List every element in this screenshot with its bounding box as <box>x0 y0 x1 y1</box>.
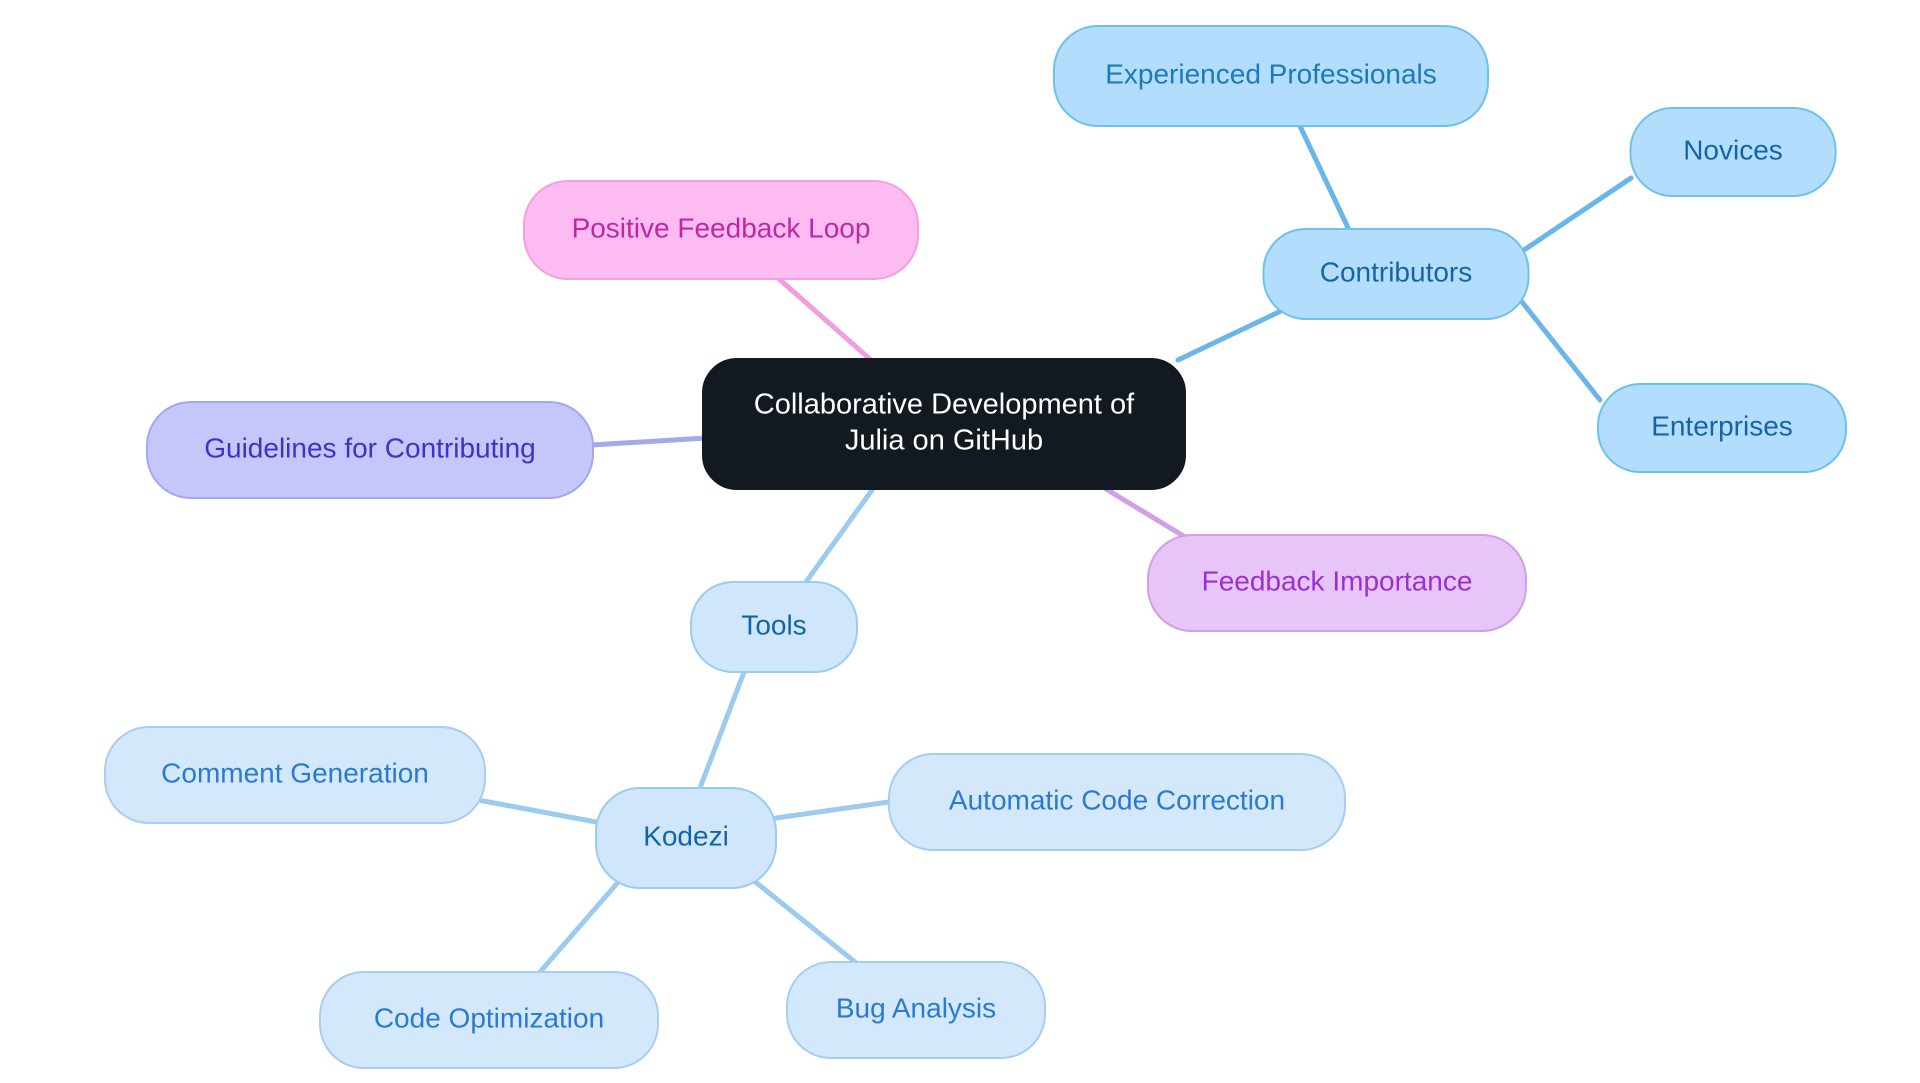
node-label-bug-analysis: Bug Analysis <box>836 992 996 1023</box>
mindmap-node-root[interactable]: Collaborative Development of Julia on Git… <box>702 358 1186 490</box>
edge-root-contributors <box>1175 307 1286 363</box>
mindmap-node-feedback-importance[interactable]: Feedback Importance <box>1147 534 1527 632</box>
mindmap-node-contributors[interactable]: Contributors <box>1262 228 1530 320</box>
edge-contributors-experienced <box>1297 123 1353 235</box>
node-label-root: Julia on GitHub <box>845 425 1043 457</box>
node-label-experienced-professionals: Experienced Professionals <box>1105 58 1437 89</box>
mindmap-node-automatic-code-correction[interactable]: Automatic Code Correction <box>888 753 1346 851</box>
edge-kodezi-bug-analysis <box>745 873 858 965</box>
edge-kodezi-comment-generation <box>475 797 599 825</box>
node-label-code-optimization: Code Optimization <box>374 1002 604 1033</box>
node-label-tools: Tools <box>741 609 806 640</box>
mindmap-canvas: Contributors Experienced Professionals Nov… <box>104 25 1847 1069</box>
edge-kodezi-automatic-code-correction <box>773 799 892 821</box>
mindmap-diagram: Contributors Experienced Professionals Nov… <box>0 0 1920 1083</box>
node-label-positive-feedback-loop: Positive Feedback Loop <box>572 212 871 243</box>
node-label-contributors: Contributors <box>1320 256 1473 287</box>
node-label-guidelines-for-contributing: Guidelines for Contributing <box>204 432 536 463</box>
node-label-root: Collaborative Development of <box>754 389 1135 421</box>
edge-root-positive-feedback-loop <box>775 275 883 371</box>
mindmap-node-code-optimization[interactable]: Code Optimization <box>319 971 659 1069</box>
node-label-novices: Novices <box>1683 134 1783 165</box>
edge-root-guidelines <box>589 435 709 448</box>
mindmap-node-tools[interactable]: Tools <box>690 581 858 673</box>
node-label-kodezi: Kodezi <box>643 820 729 851</box>
node-label-automatic-code-correction: Automatic Code Correction <box>949 784 1285 815</box>
nodes-layer: Contributors Experienced Professionals Nov… <box>104 25 1847 1069</box>
mindmap-node-bug-analysis[interactable]: Bug Analysis <box>786 961 1046 1059</box>
node-label-comment-generation: Comment Generation <box>161 757 429 788</box>
mindmap-node-enterprises[interactable]: Enterprises <box>1597 383 1847 473</box>
edge-root-feedback-importance <box>1103 486 1193 543</box>
edge-contributors-novices <box>1518 175 1634 255</box>
mindmap-node-kodezi[interactable]: Kodezi <box>595 787 777 889</box>
mindmap-node-novices[interactable]: Novices <box>1629 107 1837 197</box>
edge-kodezi-code-optimization <box>537 877 623 975</box>
node-label-enterprises: Enterprises <box>1651 410 1793 441</box>
edge-root-tools <box>803 487 875 585</box>
edge-tools-kodezi <box>697 669 747 791</box>
mindmap-node-comment-generation[interactable]: Comment Generation <box>104 726 486 824</box>
node-label-feedback-importance: Feedback Importance <box>1202 565 1473 596</box>
mindmap-node-experienced-professionals[interactable]: Experienced Professionals <box>1053 25 1489 127</box>
mindmap-node-positive-feedback-loop[interactable]: Positive Feedback Loop <box>523 180 919 280</box>
edge-contributors-enterprises <box>1519 299 1603 403</box>
mindmap-node-guidelines-for-contributing[interactable]: Guidelines for Contributing <box>146 401 594 499</box>
